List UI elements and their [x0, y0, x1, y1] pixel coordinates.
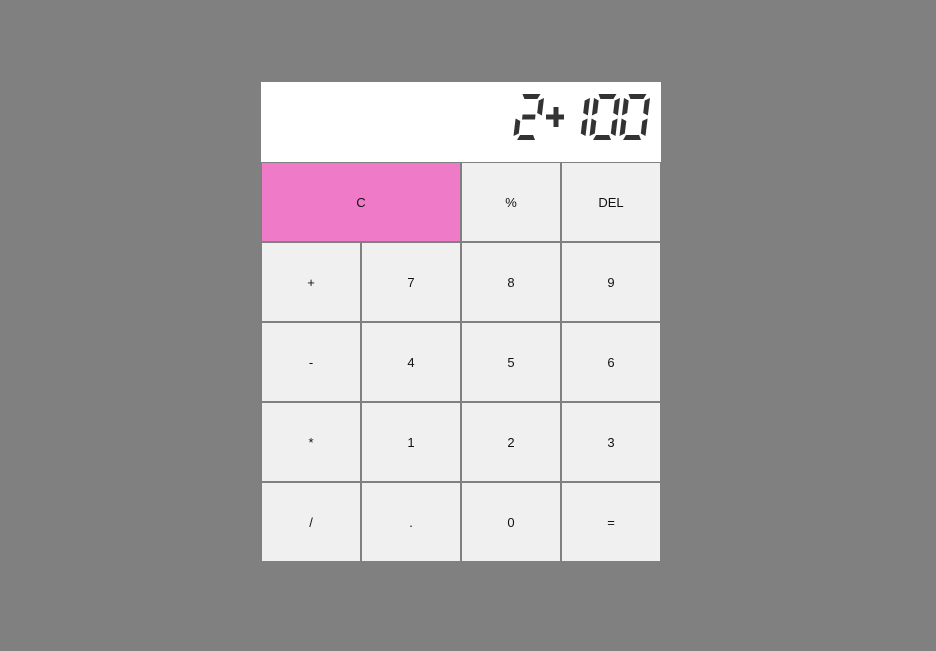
clear-button[interactable]: C	[261, 162, 461, 242]
digit-7-button[interactable]: 7	[361, 242, 461, 322]
display-digit-0	[619, 94, 650, 140]
equals-button[interactable]: =	[561, 482, 661, 562]
display-digit-1	[580, 98, 590, 136]
digit-4-button[interactable]: 4	[361, 322, 461, 402]
display-digit-0	[589, 94, 620, 140]
digit-6-button[interactable]: 6	[561, 322, 661, 402]
display-readout	[513, 94, 650, 140]
display-segment	[619, 118, 627, 136]
display-segment	[583, 98, 590, 116]
digit-1-button[interactable]: 1	[361, 402, 461, 482]
calculator-display	[261, 82, 661, 162]
divide-button[interactable]: /	[261, 482, 361, 562]
digit-2-button[interactable]: 2	[461, 402, 561, 482]
digit-0-button[interactable]: 0	[461, 482, 561, 562]
display-segment	[522, 94, 541, 99]
display-segment	[643, 98, 650, 116]
digit-5-button[interactable]: 5	[461, 322, 561, 402]
decimal-button[interactable]: .	[361, 482, 461, 562]
display-segment	[613, 98, 620, 116]
display-segment	[522, 114, 536, 120]
minus-button[interactable]: -	[261, 322, 361, 402]
keypad: C % DEL + 7 8 9 - 4 5 6 * 1 2 3 / . 0 =	[261, 162, 661, 562]
display-segment	[591, 98, 599, 116]
display-plus-glyph	[546, 107, 564, 127]
display-segment	[628, 94, 647, 99]
display-digit-2	[513, 94, 544, 140]
display-segment	[593, 135, 611, 140]
display-segment	[598, 94, 617, 99]
plus-button[interactable]: +	[261, 242, 361, 322]
display-segment	[621, 98, 629, 116]
percent-button[interactable]: %	[461, 162, 561, 242]
display-segment	[517, 135, 535, 140]
digit-3-button[interactable]: 3	[561, 402, 661, 482]
display-segment	[580, 118, 588, 136]
digit-9-button[interactable]: 9	[561, 242, 661, 322]
display-segment	[589, 118, 597, 136]
display-segment	[537, 98, 544, 116]
display-segment	[610, 118, 618, 136]
display-segment	[623, 135, 641, 140]
multiply-button[interactable]: *	[261, 402, 361, 482]
calculator: C % DEL + 7 8 9 - 4 5 6 * 1 2 3 / . 0 =	[261, 82, 661, 562]
display-segment	[513, 118, 521, 136]
digit-8-button[interactable]: 8	[461, 242, 561, 322]
display-segment	[640, 118, 648, 136]
delete-button[interactable]: DEL	[561, 162, 661, 242]
